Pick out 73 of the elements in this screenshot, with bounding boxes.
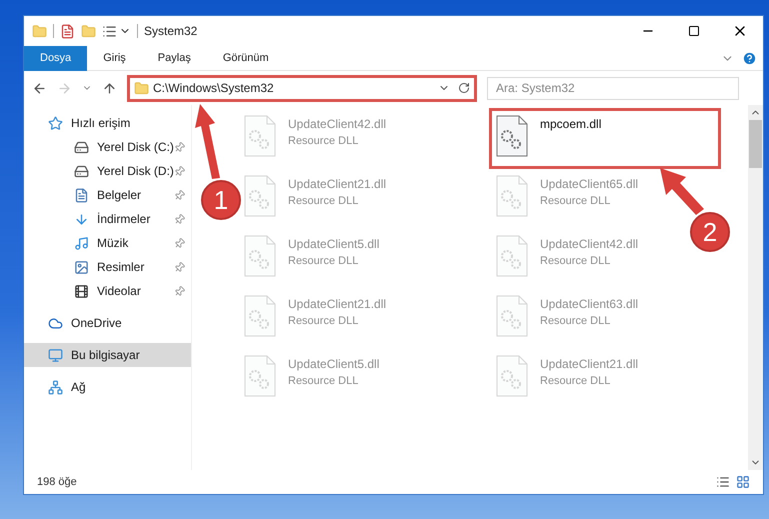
sidebar-item[interactable]: Yerel Disk (D:)	[24, 159, 191, 183]
view-icon[interactable]	[102, 24, 117, 38]
ribbon-tab[interactable]: Paylaş	[142, 46, 207, 70]
address-field[interactable]: C:\Windows\System32	[127, 74, 477, 102]
refresh-icon[interactable]	[458, 82, 470, 94]
gear-file-icon	[496, 175, 528, 217]
file-type: Resource DLL	[540, 314, 612, 329]
cloud-icon	[48, 316, 63, 330]
file-name: mpcoem.dll	[540, 116, 602, 133]
file-name: UpdateClient21.dll	[540, 356, 638, 373]
folder-icon	[134, 80, 149, 96]
sidebar-item[interactable]: Bu bilgisayar	[24, 343, 191, 367]
file-type: Resource DLL	[288, 314, 360, 329]
file-name: UpdateClient5.dll	[288, 236, 380, 253]
file-name: UpdateClient42.dll	[540, 236, 638, 253]
image-icon	[74, 260, 89, 274]
gear-file-icon	[496, 295, 528, 337]
gear-file-icon	[496, 115, 528, 157]
ribbon-tab[interactable]: Dosya	[24, 46, 88, 70]
file-type: Resource DLL	[288, 194, 360, 209]
file-item[interactable]: mpcoem.dll	[496, 115, 714, 162]
file-name: UpdateClient21.dll	[288, 176, 386, 193]
file-name: UpdateClient63.dll	[540, 296, 638, 313]
download-icon	[74, 212, 89, 226]
gear-file-icon	[496, 235, 528, 277]
up-icon[interactable]	[102, 80, 117, 96]
sidebar-item[interactable]: Müzik	[24, 231, 191, 255]
gear-file-icon	[244, 235, 276, 277]
gear-file-icon	[244, 355, 276, 397]
document-icon	[74, 188, 89, 202]
file-name: UpdateClient65.dll	[540, 176, 638, 193]
properties-icon[interactable]	[60, 24, 75, 38]
gear-file-icon	[244, 175, 276, 217]
star-icon	[48, 116, 63, 130]
file-name: UpdateClient5.dll	[288, 356, 380, 373]
sidebar-item[interactable]: Yerel Disk (C:)	[24, 135, 191, 159]
film-icon	[74, 284, 89, 298]
back-icon[interactable]	[32, 80, 47, 96]
help-icon[interactable]	[742, 50, 757, 66]
item-count: 198 öğe	[37, 474, 77, 490]
drive-icon	[74, 164, 89, 178]
file-type: Resource DLL	[288, 254, 360, 269]
file-type: Resource DLL	[288, 374, 360, 389]
gear-file-icon	[244, 115, 276, 157]
network-icon	[48, 380, 63, 394]
gear-file-icon	[244, 295, 276, 337]
pointer-arrow	[660, 168, 704, 215]
sidebar-item[interactable]: Ağ	[24, 375, 191, 399]
details-view-icon[interactable]	[716, 475, 730, 489]
maximize-icon	[688, 25, 700, 37]
ribbon-tab[interactable]: Giriş	[87, 46, 142, 70]
ribbon-tab[interactable]: Görünüm	[206, 46, 285, 70]
scrollbar[interactable]	[748, 105, 763, 470]
system-drive-icon	[74, 140, 89, 154]
scroll-thumb[interactable]	[749, 120, 762, 168]
sidebar-item[interactable]: Resimler	[24, 255, 191, 279]
sidebar-item[interactable]: OneDrive	[24, 311, 191, 335]
large-icons-view-icon[interactable]	[736, 475, 750, 489]
file-name: UpdateClient42.dll	[288, 116, 386, 133]
file-type: Resource DLL	[540, 254, 612, 269]
computer-icon	[48, 348, 63, 362]
search-field[interactable]: Ara: System32	[487, 76, 739, 100]
sidebar-item[interactable]: Belgeler	[24, 183, 191, 207]
music-icon	[74, 236, 89, 250]
gear-file-icon	[496, 355, 528, 397]
sidebar-item[interactable]: İndirmeler	[24, 207, 191, 231]
file-type: Resource DLL	[540, 194, 612, 209]
window-title: System32	[144, 23, 198, 40]
sidebar-item[interactable]: Hızlı erişim	[24, 111, 191, 135]
file-name: UpdateClient21.dll	[288, 296, 386, 313]
file-type: Resource DLL	[540, 374, 612, 389]
sidebar-item[interactable]: Videolar	[24, 279, 191, 303]
file-type: Resource DLL	[288, 134, 360, 149]
